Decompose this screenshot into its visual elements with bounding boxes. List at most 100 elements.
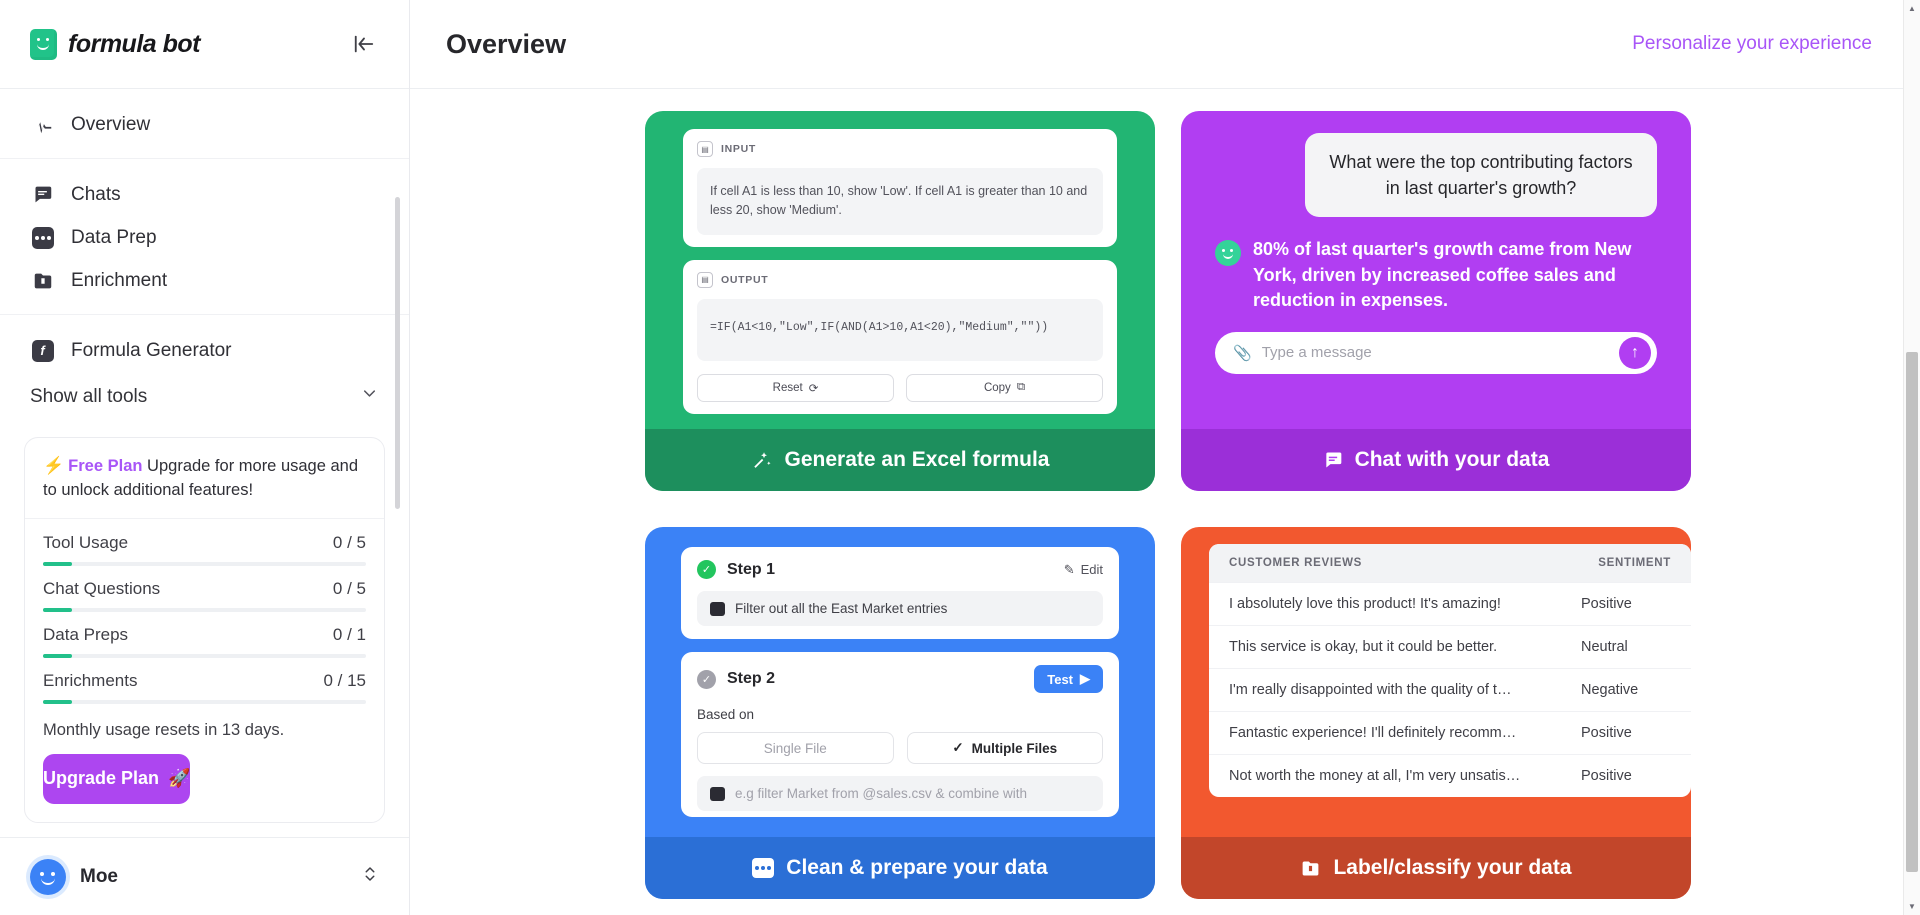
usage-label: Chat Questions: [43, 578, 161, 598]
card-label-classify-your-data[interactable]: CUSTOMER REVIEWS SENTIMENT I absolutely …: [1181, 527, 1691, 899]
account-switcher[interactable]: Moe: [0, 837, 409, 915]
card-clean-prepare-your-data[interactable]: ✓ Step 1 ✎ Edit Filter out all the East …: [645, 527, 1155, 899]
input-label: INPUT: [721, 143, 756, 155]
usage-value: 0 / 1: [332, 624, 366, 644]
enrichment-icon: [1300, 858, 1321, 879]
updown-chevron-icon[interactable]: [361, 865, 379, 888]
brand-name: formula bot: [68, 29, 201, 58]
plan-name: Free Plan: [68, 457, 143, 475]
main-area: Overview Personalize your experience ▤ I…: [410, 0, 1920, 915]
sidebar-scrollbar[interactable]: [395, 197, 400, 509]
option-multiple-files-label: Multiple Files: [971, 740, 1058, 756]
sidebar-item-enrichment[interactable]: Enrichment: [0, 259, 409, 302]
option-single-file[interactable]: Single File: [697, 732, 894, 764]
formula-input-box[interactable]: If cell A1 is less than 10, show 'Low'. …: [697, 168, 1103, 235]
copy-icon: ⧉: [1016, 381, 1026, 394]
option-single-file-label: Single File: [763, 740, 827, 756]
data-prep-icon: [752, 858, 775, 878]
card-preview: What were the top contributing factors i…: [1181, 111, 1691, 429]
nav-group-primary: Overview: [0, 89, 409, 159]
edit-label: Edit: [1080, 562, 1103, 577]
collapse-sidebar-icon[interactable]: [349, 29, 379, 59]
step-1-value-field[interactable]: Filter out all the East Market entries: [697, 591, 1103, 626]
top-bar: Overview Personalize your experience: [410, 0, 1920, 89]
scroll-down-arrow-icon[interactable]: ▼: [1904, 898, 1920, 915]
chat-icon: [30, 182, 55, 207]
card-footer-label: Generate an Excel formula: [784, 448, 1050, 471]
formula-icon: f: [30, 338, 55, 363]
test-step-2-button[interactable]: Test ▶: [1034, 665, 1103, 693]
check-icon: ✓: [952, 740, 964, 755]
usage-progress-bar: [43, 607, 366, 612]
paperclip-icon[interactable]: 📎: [1233, 344, 1252, 362]
sidebar-header: formula bot: [0, 0, 409, 89]
content-area: ▤ INPUT If cell A1 is less than 10, show…: [410, 89, 1920, 915]
scrollbar-thumb[interactable]: [1906, 352, 1918, 872]
card-chat-with-your-data[interactable]: What were the top contributing factors i…: [1181, 111, 1691, 491]
sidebar-item-data-prep[interactable]: Data Prep: [0, 216, 409, 259]
table-row: I absolutely love this product! It's ama…: [1209, 582, 1691, 625]
sidebar-item-label: Formula Generator: [71, 339, 232, 361]
cell-review: This service is okay, but it could be be…: [1229, 639, 1498, 655]
edit-step-1-button[interactable]: ✎ Edit: [1064, 562, 1103, 578]
card-footer-label-classify-your-data[interactable]: Label/classify your data: [1181, 837, 1691, 899]
show-all-tools-toggle[interactable]: Show all tools: [0, 372, 409, 419]
rocket-icon: 🚀: [168, 768, 191, 789]
card-generate-excel-formula[interactable]: ▤ INPUT If cell A1 is less than 10, show…: [645, 111, 1155, 491]
test-label: Test: [1047, 671, 1073, 687]
sidebar-item-formula-generator[interactable]: f Formula Generator: [0, 329, 409, 372]
reset-button[interactable]: Reset ⟳: [697, 373, 894, 402]
sidebar-item-label: Data Prep: [71, 226, 157, 248]
window-scrollbar[interactable]: ▲ ▼: [1903, 0, 1920, 915]
overview-icon: [30, 112, 55, 137]
table-icon: [710, 786, 725, 801]
usage-row-data-preps: Data Preps 0 / 1: [43, 625, 366, 658]
sidebar-item-chats[interactable]: Chats: [0, 173, 409, 216]
table-row: I'm really disappointed with the quality…: [1209, 668, 1691, 711]
step-2-input-field[interactable]: e.g filter Market from @sales.csv & comb…: [697, 776, 1103, 811]
check-circle-icon: ✓: [697, 669, 716, 689]
personalize-link[interactable]: Personalize your experience: [1632, 33, 1872, 55]
copy-label: Copy: [983, 381, 1011, 394]
nav-group-secondary: Chats Data Prep Enrichment: [0, 159, 409, 315]
table-header-row: CUSTOMER REVIEWS SENTIMENT: [1209, 544, 1691, 582]
card-footer-chat-with-your-data[interactable]: Chat with your data: [1181, 429, 1691, 491]
card-footer-label: Chat with your data: [1354, 448, 1550, 471]
step-2-title: Step 2: [727, 670, 776, 687]
sidebar-item-overview[interactable]: Overview: [0, 103, 409, 146]
output-label: OUTPUT: [721, 273, 769, 286]
brand-logo[interactable]: formula bot: [30, 28, 201, 60]
step-1-card: ✓ Step 1 ✎ Edit Filter out all the East …: [681, 547, 1119, 639]
app-root: formula bot Overview Chats Data Prep Enr…: [0, 0, 1920, 915]
usage-value: 0 / 5: [332, 578, 366, 598]
lightning-icon: ⚡: [43, 456, 65, 475]
usage-progress-bar: [43, 561, 366, 566]
plan-banner: ⚡ Free Plan Upgrade for more usage and to…: [25, 438, 384, 519]
page-title: Overview: [446, 28, 567, 59]
card-preview: CUSTOMER REVIEWS SENTIMENT I absolutely …: [1181, 527, 1691, 837]
table-icon: [710, 601, 725, 616]
chat-bot-row: 80% of last quarter's growth came from N…: [1215, 237, 1657, 314]
card-footer-label: Label/classify your data: [1333, 856, 1572, 879]
play-icon: ▶: [1080, 671, 1090, 686]
usage-reset-note: Monthly usage resets in 13 days.: [43, 720, 285, 739]
option-multiple-files[interactable]: ✓ Multiple Files: [906, 732, 1103, 764]
send-arrow-icon[interactable]: ↑: [1619, 336, 1651, 369]
sidebar: formula bot Overview Chats Data Prep Enr…: [0, 0, 410, 915]
scroll-up-arrow-icon[interactable]: ▲: [1904, 0, 1920, 17]
usage-progress-bar: [43, 699, 366, 704]
usage-card: ⚡ Free Plan Upgrade for more usage and to…: [24, 437, 385, 823]
cell-review: Fantastic experience! I'll definitely re…: [1229, 725, 1517, 741]
copy-button[interactable]: Copy ⧉: [906, 373, 1103, 402]
upgrade-plan-button[interactable]: Upgrade Plan 🚀: [43, 753, 191, 804]
chat-message-bar: 📎 Type a message ↑: [1215, 331, 1657, 374]
usage-progress-bar: [43, 653, 366, 658]
chat-input[interactable]: Type a message: [1262, 344, 1609, 361]
column-header-customer-reviews: CUSTOMER REVIEWS: [1229, 557, 1363, 569]
cell-sentiment: Positive: [1581, 768, 1632, 784]
card-footer-clean-prepare-your-data[interactable]: Clean & prepare your data: [645, 837, 1155, 899]
enrichment-icon: [30, 268, 55, 293]
card-footer-generate-excel-formula[interactable]: Generate an Excel formula: [645, 429, 1155, 491]
pencil-icon: ✎: [1063, 561, 1075, 577]
formula-output-box[interactable]: =IF(A1<10,"Low",IF(AND(A1>10,A1<20),"Med…: [697, 298, 1103, 361]
